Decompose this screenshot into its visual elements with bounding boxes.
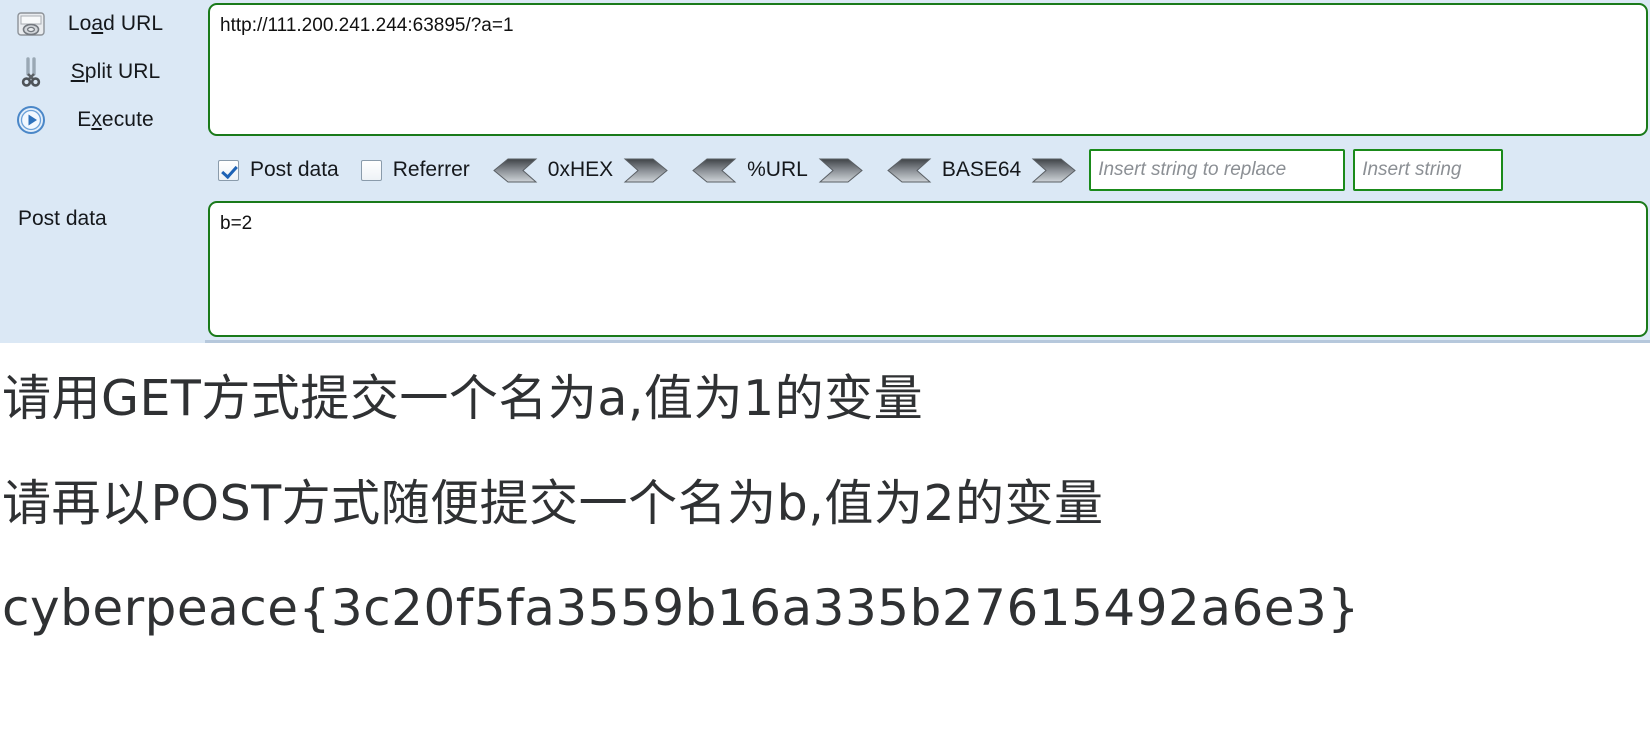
chevron-left-icon-base64[interactable] <box>886 158 932 183</box>
replace-string-input-2[interactable]: Insert string <box>1353 149 1504 191</box>
hackbar-actions-column: Load URL Split URL Execute Post data <box>0 0 205 343</box>
chevron-left-icon-hex[interactable] <box>492 158 538 183</box>
post-data-label: Post data <box>18 207 107 230</box>
load-url-icon <box>10 10 52 38</box>
converter-label-base64: BASE64 <box>941 158 1022 181</box>
url-input[interactable]: http://111.200.241.244:63895/?a=1 <box>208 3 1648 136</box>
converter-group-hex: 0xHEX <box>492 145 669 195</box>
flag-text: cyberpeace{3c20f5fa3559b16a335b27615492a… <box>2 579 1360 637</box>
chevron-left-icon-url[interactable] <box>691 158 737 183</box>
replace-string-input-1[interactable]: Insert string to replace <box>1089 149 1346 191</box>
hackbar-toolbar: Post data Referrer 0xHEX %URL BASE64 Ins… <box>208 145 1650 195</box>
split-url-button[interactable]: Split URL <box>0 48 205 96</box>
page-content: 请用GET方式提交一个名为a,值为1的变量 请再以POST方式随便提交一个名为b… <box>0 346 1650 736</box>
post-data-input[interactable]: b=2 <box>208 201 1648 337</box>
converter-group-base64: BASE64 <box>886 145 1077 195</box>
execute-label: Execute <box>77 108 154 131</box>
instruction-line-get: 请用GET方式提交一个名为a,值为1的变量 <box>2 370 924 427</box>
split-url-label: Split URL <box>70 60 161 83</box>
checkbox-box-referrer[interactable] <box>360 159 382 181</box>
converter-label-url: %URL <box>747 158 808 181</box>
chevron-right-icon-url[interactable] <box>818 158 864 183</box>
load-url-button[interactable]: Load URL <box>0 0 205 48</box>
post-data-checkbox-label: Post data <box>250 158 339 181</box>
checkbox-box-post-data[interactable] <box>218 159 239 181</box>
execute-button[interactable]: Execute <box>0 96 205 144</box>
referrer-checkbox-label: Referrer <box>392 158 470 181</box>
scissors-icon <box>10 57 52 87</box>
post-data-checkbox[interactable]: Post data <box>218 145 339 195</box>
hackbar-panel: Load URL Split URL Execute Post data htt… <box>0 0 1650 343</box>
chevron-right-icon-base64[interactable] <box>1031 158 1077 183</box>
converter-label-hex: 0xHEX <box>547 158 614 181</box>
chevron-right-icon-hex[interactable] <box>623 158 669 183</box>
load-url-label: Load URL <box>67 12 164 35</box>
instruction-line-post: 请再以POST方式随便提交一个名为b,值为2的变量 <box>2 475 1104 532</box>
referrer-checkbox[interactable]: Referrer <box>360 145 470 195</box>
converter-group-url: %URL <box>691 145 864 195</box>
execute-play-icon <box>10 105 52 135</box>
